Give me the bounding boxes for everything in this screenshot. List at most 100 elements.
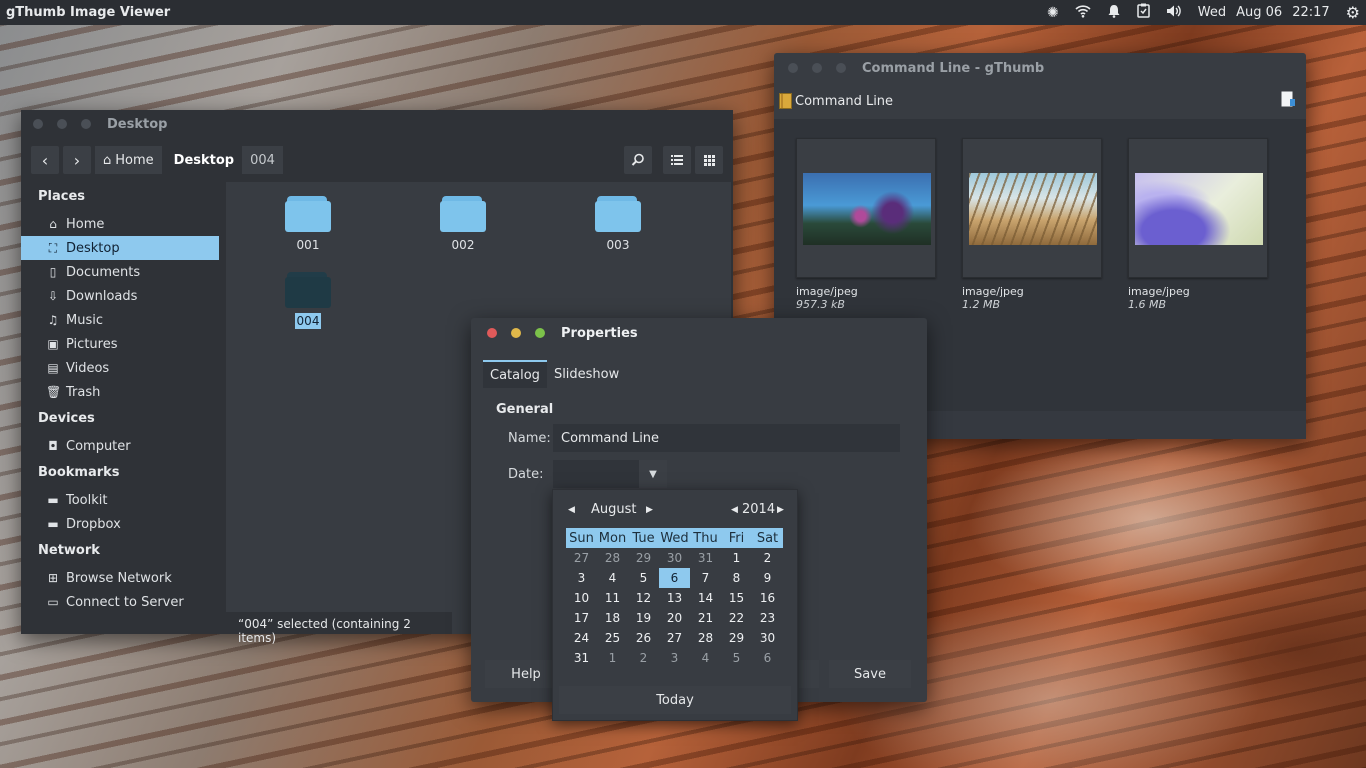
folder-item[interactable]: 003 xyxy=(578,196,658,252)
calendar-day[interactable]: 20 xyxy=(659,608,690,628)
calendar-day[interactable]: 3 xyxy=(566,568,597,588)
cancel-button-partial[interactable] xyxy=(799,660,819,688)
grid-view-button[interactable] xyxy=(695,146,723,174)
calendar-day[interactable]: 31 xyxy=(690,548,721,568)
calendar-day[interactable]: 15 xyxy=(721,588,752,608)
calendar-day[interactable]: 13 xyxy=(659,588,690,608)
calendar-day[interactable]: 4 xyxy=(690,648,721,668)
date-field[interactable] xyxy=(553,460,639,488)
calendar-day[interactable]: 30 xyxy=(752,628,783,648)
calendar-day[interactable]: 29 xyxy=(721,628,752,648)
calendar-day[interactable]: 11 xyxy=(597,588,628,608)
close-button[interactable] xyxy=(487,328,497,338)
volume-icon[interactable] xyxy=(1166,4,1182,22)
tab-catalog[interactable]: Catalog xyxy=(483,360,547,388)
calendar-day[interactable]: 25 xyxy=(597,628,628,648)
sidebar-item-music[interactable]: ♫ Music xyxy=(21,308,219,332)
calendar-day[interactable]: 2 xyxy=(752,548,783,568)
thumbnail-item[interactable] xyxy=(796,138,936,278)
clipboard-icon[interactable] xyxy=(1137,3,1150,22)
calendar-day[interactable]: 12 xyxy=(628,588,659,608)
sidebar-item-computer[interactable]: ◘ Computer xyxy=(21,434,219,458)
clock-day[interactable]: Wed xyxy=(1198,5,1226,20)
breadcrumb-home[interactable]: ⌂ Home xyxy=(95,146,162,174)
calendar-day[interactable]: 21 xyxy=(690,608,721,628)
sidebar-item-home[interactable]: ⌂ Home xyxy=(21,212,219,236)
minimize-button[interactable] xyxy=(812,63,822,73)
calendar-day[interactable]: 6 xyxy=(752,648,783,668)
next-month-arrow-icon[interactable]: ▶ xyxy=(646,505,653,515)
forward-button[interactable]: › xyxy=(63,146,91,174)
sidebar-item-pictures[interactable]: ▣ Pictures xyxy=(21,332,219,356)
calendar-day[interactable]: 3 xyxy=(659,648,690,668)
close-button[interactable] xyxy=(788,63,798,73)
calendar-day[interactable]: 2 xyxy=(628,648,659,668)
list-view-button[interactable] xyxy=(663,146,691,174)
calendar-day[interactable]: 6 xyxy=(659,568,690,588)
sidebar-item-trash[interactable]: 🗑 Trash xyxy=(21,380,219,404)
sidebar-item-connect-server[interactable]: ▭ Connect to Server xyxy=(21,590,219,614)
calendar-day[interactable]: 31 xyxy=(566,648,597,668)
power-gear-icon[interactable]: ⚙ xyxy=(1346,3,1360,22)
calendar-day[interactable]: 28 xyxy=(597,548,628,568)
properties-icon[interactable] xyxy=(1281,91,1295,111)
maximize-button[interactable] xyxy=(81,119,91,129)
sidebar-item-toolkit[interactable]: ▬ Toolkit xyxy=(21,488,219,512)
calendar-day[interactable]: 30 xyxy=(659,548,690,568)
breadcrumb-004[interactable]: 004 xyxy=(242,146,283,174)
minimize-button[interactable] xyxy=(57,119,67,129)
calendar-day[interactable]: 18 xyxy=(597,608,628,628)
calendar-day[interactable]: 8 xyxy=(721,568,752,588)
thumbnail-item[interactable] xyxy=(962,138,1102,278)
gt-titlebar[interactable]: Command Line - gThumb xyxy=(774,53,1306,83)
app-menu-title[interactable]: gThumb Image Viewer xyxy=(6,5,170,20)
close-button[interactable] xyxy=(33,119,43,129)
clock-time[interactable]: 22:17 xyxy=(1292,5,1329,20)
calendar-day[interactable]: 16 xyxy=(752,588,783,608)
calendar-day[interactable]: 22 xyxy=(721,608,752,628)
next-year-arrow-icon[interactable]: ▶ xyxy=(777,505,784,515)
folder-item-selected[interactable]: 004 xyxy=(268,272,348,329)
gt-location[interactable]: Command Line xyxy=(779,91,893,111)
calendar-day[interactable]: 10 xyxy=(566,588,597,608)
calendar-day[interactable]: 1 xyxy=(721,548,752,568)
calendar-day[interactable]: 5 xyxy=(721,648,752,668)
pr-titlebar[interactable]: Properties xyxy=(471,318,927,348)
calendar-day[interactable]: 24 xyxy=(566,628,597,648)
sidebar-item-downloads[interactable]: ⇩ Downloads xyxy=(21,284,219,308)
breadcrumb-desktop[interactable]: Desktop xyxy=(166,146,242,174)
date-dropdown-button[interactable]: ▼ xyxy=(639,460,667,488)
sidebar-item-dropbox[interactable]: ▬ Dropbox xyxy=(21,512,219,536)
sidebar-item-documents[interactable]: ▯ Documents xyxy=(21,260,219,284)
prev-year-arrow-icon[interactable]: ◀ xyxy=(731,505,738,515)
maximize-button[interactable] xyxy=(535,328,545,338)
folder-item[interactable]: 002 xyxy=(423,196,503,252)
tab-slideshow[interactable]: Slideshow xyxy=(547,360,626,388)
calendar-day[interactable]: 19 xyxy=(628,608,659,628)
calendar-day[interactable]: 1 xyxy=(597,648,628,668)
calendar-day[interactable]: 27 xyxy=(566,548,597,568)
calendar-day[interactable]: 7 xyxy=(690,568,721,588)
calendar-day[interactable]: 27 xyxy=(659,628,690,648)
sidebar-item-desktop[interactable]: ⛶ Desktop xyxy=(21,236,219,260)
today-button[interactable]: Today xyxy=(559,686,791,714)
maximize-button[interactable] xyxy=(836,63,846,73)
calendar-day[interactable]: 29 xyxy=(628,548,659,568)
calendar-day[interactable]: 23 xyxy=(752,608,783,628)
back-button[interactable]: ‹ xyxy=(31,146,59,174)
thumbnail-item[interactable] xyxy=(1128,138,1268,278)
pinwheel-icon[interactable]: ✺ xyxy=(1047,5,1059,21)
prev-month-arrow-icon[interactable]: ◀ xyxy=(568,505,575,515)
name-field[interactable]: Command Line xyxy=(553,424,900,452)
clock-date[interactable]: Aug 06 xyxy=(1236,5,1282,20)
calendar-day[interactable]: 26 xyxy=(628,628,659,648)
calendar-day[interactable]: 4 xyxy=(597,568,628,588)
sidebar-item-browse-network[interactable]: ⊞ Browse Network xyxy=(21,566,219,590)
sidebar-item-videos[interactable]: ▤ Videos xyxy=(21,356,219,380)
save-button[interactable]: Save xyxy=(829,660,911,688)
folder-item[interactable]: 001 xyxy=(268,196,348,252)
calendar-day[interactable]: 5 xyxy=(628,568,659,588)
search-button[interactable] xyxy=(624,146,652,174)
wifi-icon[interactable] xyxy=(1075,4,1091,22)
calendar-day[interactable]: 9 xyxy=(752,568,783,588)
